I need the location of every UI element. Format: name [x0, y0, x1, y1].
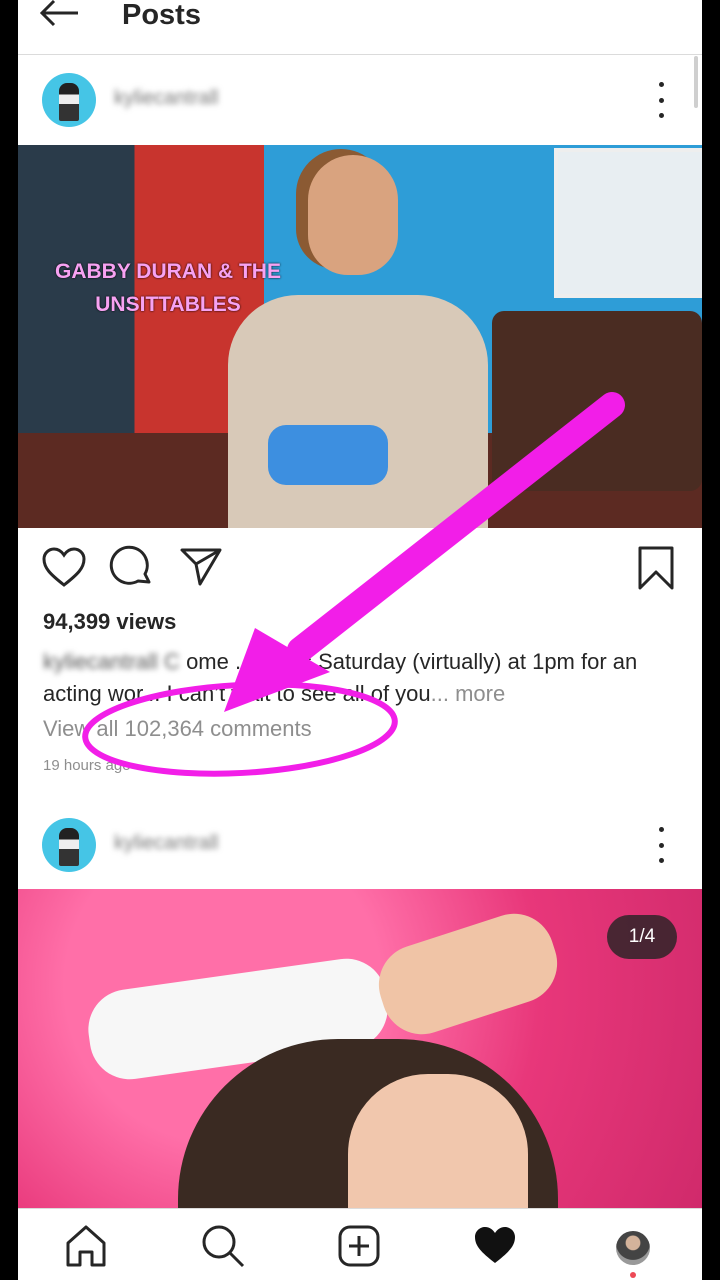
activity-tab[interactable]: [472, 1223, 518, 1269]
caption-more-link[interactable]: ... more: [431, 681, 506, 706]
post-image[interactable]: [18, 889, 702, 1209]
username[interactable]: kyliecantrall: [114, 832, 218, 855]
caption-username[interactable]: kyliecantrall C: [43, 649, 180, 674]
search-tab[interactable]: [200, 1223, 246, 1269]
paper-plane-icon: [180, 548, 222, 586]
avatar[interactable]: [42, 73, 96, 127]
top-bar: Posts: [18, 0, 702, 55]
bottom-navigation: [18, 1208, 702, 1280]
home-tab[interactable]: [63, 1223, 109, 1269]
page-title: Posts: [122, 0, 201, 31]
view-all-comments-link[interactable]: View all 102,364 comments: [43, 716, 312, 742]
activity-heart-icon: [475, 1227, 515, 1263]
video-title-overlay: GABBY DURAN & THE UNSITTABLES: [55, 260, 281, 316]
profile-tab-avatar[interactable]: [616, 1231, 650, 1265]
sofa: [492, 311, 702, 491]
back-button[interactable]: [36, 0, 86, 40]
person: [228, 155, 488, 528]
carousel-counter: 1/4: [607, 915, 677, 959]
comment-button[interactable]: [108, 544, 156, 592]
comment-icon: [109, 545, 151, 585]
arrow-left-icon: [39, 0, 78, 27]
wall-painting: [554, 148, 702, 298]
home-icon: [66, 1225, 106, 1267]
post-header: kyliecantrall: [18, 800, 702, 890]
share-button[interactable]: [178, 544, 226, 592]
post-timestamp: 19 hours ago: [43, 757, 131, 774]
like-button[interactable]: [40, 544, 88, 592]
post-actions: [18, 544, 702, 600]
post-video[interactable]: GABBY DURAN & THE UNSITTABLES: [18, 145, 702, 528]
instagram-app: Posts kyliecantrall GABBY DURAN & THE UN…: [18, 0, 702, 1280]
avatar[interactable]: [42, 818, 96, 872]
save-button[interactable]: [632, 544, 680, 592]
view-count[interactable]: 94,399 views: [43, 609, 176, 635]
new-post-tab[interactable]: [336, 1223, 382, 1269]
username[interactable]: kyliecantrall: [114, 87, 218, 110]
post-caption: kyliecantrall C ome ... e this Saturday …: [43, 646, 693, 710]
search-icon: [202, 1225, 245, 1268]
more-options-button[interactable]: [646, 82, 676, 118]
post-header: kyliecantrall: [18, 55, 702, 145]
notification-dot: [630, 1272, 636, 1278]
heart-icon: [42, 547, 86, 587]
new-post-icon: [338, 1225, 380, 1267]
bookmark-icon: [638, 546, 674, 590]
more-options-button[interactable]: [646, 827, 676, 863]
